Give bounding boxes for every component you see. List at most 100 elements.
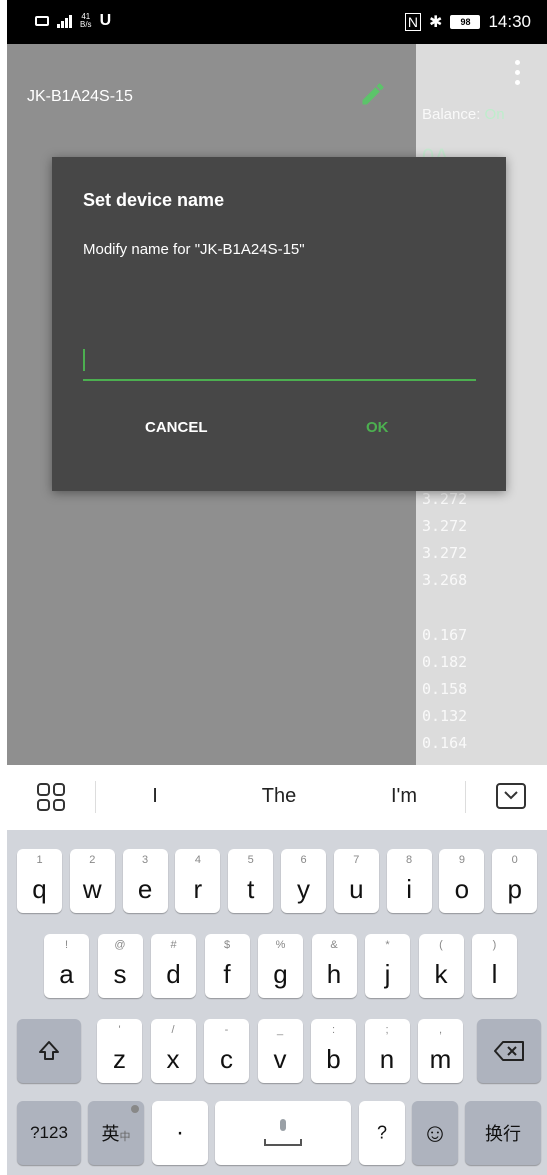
divider [95,781,96,813]
device-name-input[interactable] [89,347,469,375]
enter-key[interactable]: 换行 [465,1101,541,1165]
shift-arrow-icon [39,1041,59,1060]
key-n[interactable]: ; n [364,1019,410,1083]
key-o[interactable]: 9o [439,849,485,913]
soft-keyboard: 1q2w3e4r5t6y7u8i9o0p ! a @ s # d $ f% g & h * j(k) l … [7,830,547,1175]
key-z[interactable]: ' z [97,1019,142,1083]
key-secondary-label: 7 [353,854,360,866]
key-label: w [82,874,102,904]
key-secondary-label: - [224,1024,229,1036]
dialog-title: Set device name [83,190,225,210]
sim-card-icon [35,16,49,26]
backspace-key[interactable] [477,1019,541,1083]
key-e[interactable]: 3e [122,849,168,913]
key-k[interactable]: (k [418,934,464,998]
key-label: e [137,874,153,904]
suggestion-word[interactable]: The [262,785,296,808]
key-secondary-label: % [275,939,286,951]
key-q[interactable]: 1q [17,849,62,913]
key-secondary-label: & [330,939,338,951]
key-p[interactable]: 0p [492,849,538,913]
language-switch-key[interactable]: 英中 [88,1101,144,1165]
key-label: c [220,1044,233,1074]
divider [465,781,466,813]
key-label: b [326,1044,341,1074]
cancel-button[interactable]: CANCEL [145,419,208,436]
set-device-name-dialog: Set device name Modify name for "JK-B1A2… [52,157,506,491]
text-cursor [83,349,85,371]
key-secondary-label: 4 [194,854,201,866]
edit-pencil-icon[interactable] [359,80,387,108]
suggestion-word[interactable]: I [152,785,158,808]
key-label: m [429,1044,452,1074]
key-secondary-label: _ [276,1024,284,1036]
security-shield-icon: U [99,12,112,29]
key-b[interactable]: :b [311,1019,356,1083]
key-secondary-label: ; [385,1024,389,1036]
key-g[interactable]: % g [258,934,303,998]
key-secondary-label: , [438,1024,443,1036]
key-h[interactable]: & h [311,934,357,998]
microphone-icon [264,1119,302,1146]
key-w[interactable]: 2w [69,849,115,913]
key-label: l [491,959,498,989]
key-y[interactable]: 6y [281,849,326,913]
suggestion-word[interactable]: I'm [391,785,417,808]
language-sub-label: 中 [119,1131,131,1143]
keyboard-menu-grid-icon[interactable] [37,783,65,811]
dot-key[interactable]: · [152,1101,208,1165]
cell-voltage-value: 3.268 [422,571,468,589]
key-t[interactable]: 5t [228,849,274,913]
key-secondary-label: # [170,939,177,951]
key-v[interactable]: _ v [257,1019,303,1083]
key-label: g [273,959,288,989]
ok-button[interactable]: OK [366,419,389,436]
key-x[interactable]: / x [150,1019,196,1083]
key-s[interactable]: @ s [97,934,143,998]
emoji-icon: ☺ [421,1117,449,1148]
key-secondary-label: 2 [89,854,96,866]
key-l[interactable]: ) l [472,934,517,998]
enter-label: 换行 [485,1124,521,1144]
space-key[interactable] [215,1101,351,1165]
emoji-key[interactable]: ☺ [412,1101,458,1165]
cell-voltage-list: 3.272 3.272 3.272 3.268 [422,486,467,594]
balance-label: Balance: [422,106,481,123]
keyboard-suggestion-bar: I The I'm [7,765,547,830]
key-secondary-label: ) [492,939,497,951]
question-mark-key[interactable]: ? [359,1101,405,1165]
clock: 14:30 [488,12,531,31]
key-d[interactable]: # d [151,934,196,998]
key-i[interactable]: 8i [386,849,432,913]
balance-value: On [484,106,505,123]
key-j[interactable]: * j [365,934,410,998]
key-secondary-label: 0 [511,854,518,866]
key-c[interactable]: -c [204,1019,249,1083]
key-secondary-label: 5 [247,854,254,866]
cell-voltage-value: 3.272 [422,517,468,535]
language-label: 英 [101,1124,120,1144]
key-secondary-label: / [171,1024,175,1036]
dialog-message: Modify name for "JK-B1A24S-15" [83,241,305,258]
key-secondary-label: 8 [406,854,413,866]
key-m[interactable]: ,m [418,1019,463,1083]
device-name-input-container[interactable] [83,345,476,381]
bluetooth-icon: ✱ [429,14,443,31]
hide-keyboard-icon[interactable] [496,783,526,809]
cellular-signal-icon [57,14,72,28]
network-speed: 41 B/s [80,13,92,29]
key-f[interactable]: $ f [204,934,250,998]
key-a[interactable]: ! a [44,934,89,998]
key-r[interactable]: 4r [175,849,221,913]
key-secondary-label: 3 [142,854,149,866]
nfc-icon: N [404,13,422,31]
key-label: u [349,874,364,904]
key-u[interactable]: 7u [333,849,379,913]
key-label: o [454,874,470,904]
key-label: z [113,1044,126,1074]
cell-resistance-value: 0.164 [422,734,468,752]
numbers-symbols-key[interactable]: ?123 [17,1101,81,1165]
overflow-menu-icon[interactable] [515,60,521,90]
key-label: y [297,874,310,904]
shift-key[interactable] [17,1019,81,1083]
